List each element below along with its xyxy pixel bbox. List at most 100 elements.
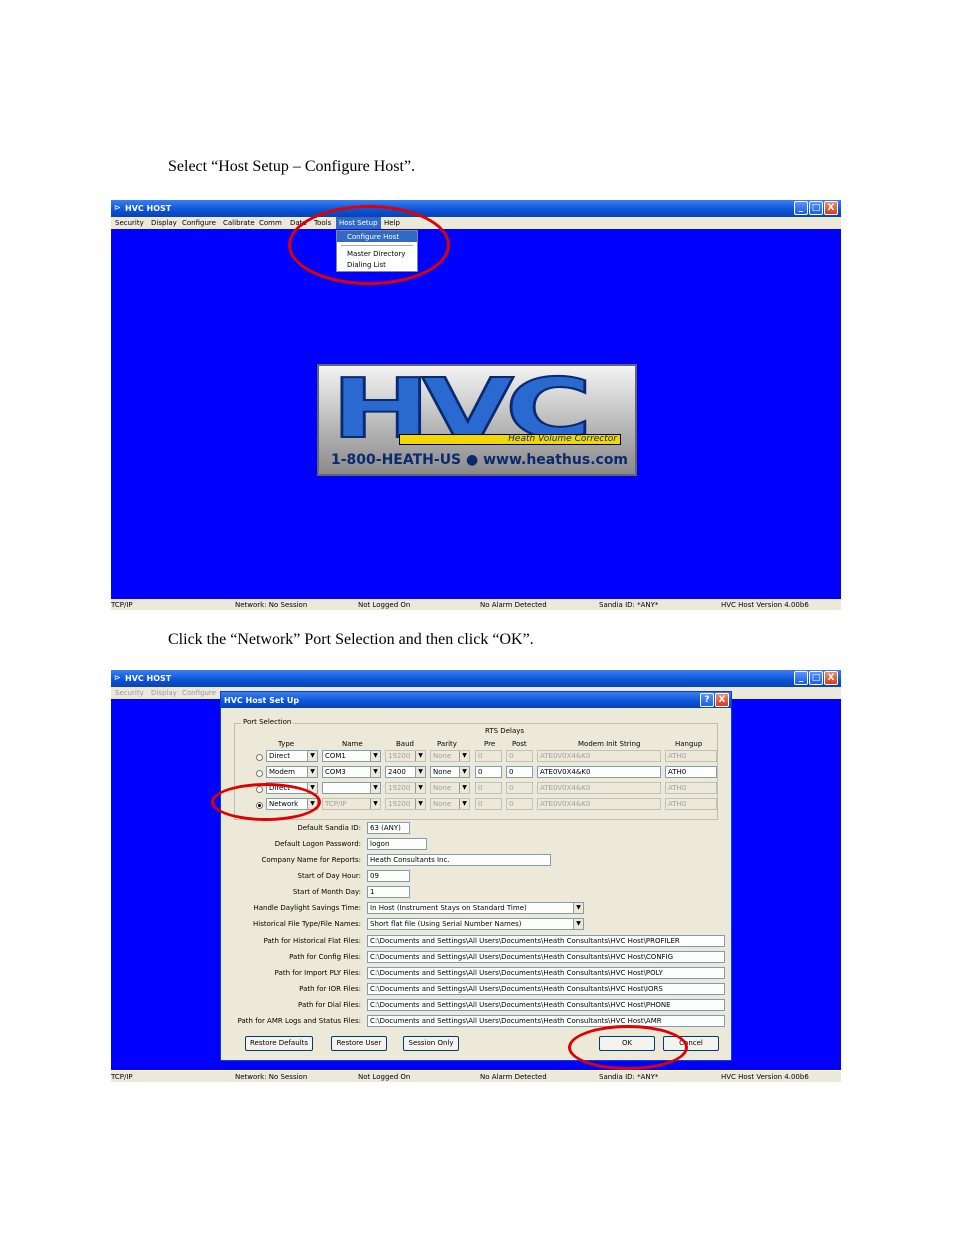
path-ior-field[interactable]: C:\Documents and Settings\All Users\Docu… bbox=[367, 983, 725, 995]
dialog-help-button[interactable]: ? bbox=[700, 693, 714, 707]
port-2-pre[interactable]: 0 bbox=[475, 766, 502, 778]
highlight-circle-network bbox=[211, 783, 321, 821]
port-1-name[interactable]: COM1 ▼ bbox=[322, 750, 381, 762]
dialog-title: HVC Host Set Up bbox=[224, 696, 300, 705]
desktop-area: Configure Host Master Directory Dialing … bbox=[111, 229, 841, 599]
port-2-parity[interactable]: None ▼ bbox=[430, 766, 470, 778]
header-parity: Parity bbox=[437, 740, 457, 748]
menu-configure-2[interactable]: Configure bbox=[182, 689, 216, 697]
port-1-name-value: COM1 bbox=[325, 752, 346, 760]
menu-bar: Security Display Configure Calibrate Com… bbox=[111, 217, 841, 229]
restore-button[interactable]: □ bbox=[809, 201, 823, 215]
app-icon-2: ⊳ bbox=[114, 673, 121, 682]
header-hangup: Hangup bbox=[675, 740, 703, 748]
port-1-type-value: Direct bbox=[269, 752, 290, 760]
port-2-name[interactable]: COM3 ▼ bbox=[322, 766, 381, 778]
port-4-post[interactable]: 0 bbox=[506, 798, 533, 810]
status-alarm-2: No Alarm Detected bbox=[480, 1073, 547, 1081]
dialog-close-button[interactable]: X bbox=[715, 693, 729, 707]
chevron-down-icon: ▼ bbox=[459, 767, 469, 777]
status-protocol-2: TCP/IP bbox=[111, 1073, 133, 1081]
port-4-init[interactable]: ATE0V0X4&K0 bbox=[537, 798, 661, 810]
chevron-down-icon: ▼ bbox=[573, 919, 583, 929]
port-radio-1[interactable] bbox=[256, 754, 263, 761]
port-2-post[interactable]: 0 bbox=[506, 766, 533, 778]
port-4-name-value: TCP/IP bbox=[325, 800, 347, 808]
port-2-type[interactable]: Modem ▼ bbox=[266, 766, 318, 778]
historical-file-type-select[interactable]: Short flat file (Using Serial Number Nam… bbox=[367, 918, 584, 930]
chevron-down-icon: ▼ bbox=[370, 751, 380, 761]
restore-user-button[interactable]: Restore User bbox=[331, 1036, 387, 1051]
port-2-name-value: COM3 bbox=[325, 768, 346, 776]
port-1-baud[interactable]: 19200 ▼ bbox=[385, 750, 426, 762]
menu-security-2[interactable]: Security bbox=[115, 689, 144, 697]
port-1-init[interactable]: ATE0V0X4&K0 bbox=[537, 750, 661, 762]
caption-step-2: Click the “Network” Port Selection and t… bbox=[168, 631, 534, 648]
menu-configure[interactable]: Configure bbox=[182, 219, 216, 227]
chevron-down-icon: ▼ bbox=[573, 903, 583, 913]
port-4-parity[interactable]: None ▼ bbox=[430, 798, 470, 810]
menu-display-2[interactable]: Display bbox=[151, 689, 177, 697]
label-daylight-savings: Handle Daylight Savings Time: bbox=[253, 904, 361, 912]
port-4-baud[interactable]: 19200 ▼ bbox=[385, 798, 426, 810]
menu-calibrate[interactable]: Calibrate bbox=[223, 219, 255, 227]
chevron-down-icon: ▼ bbox=[415, 767, 425, 777]
menu-display[interactable]: Display bbox=[151, 219, 177, 227]
default-logon-password-field[interactable]: logon bbox=[367, 838, 427, 850]
header-modem-init: Modem Init String bbox=[578, 740, 641, 748]
port-4-name[interactable]: TCP/IP ▼ bbox=[322, 798, 381, 810]
start-of-month-day-field[interactable]: 1 bbox=[367, 886, 410, 898]
port-2-baud-value: 2400 bbox=[388, 768, 406, 776]
path-import-ply-field[interactable]: C:\Documents and Settings\All Users\Docu… bbox=[367, 967, 725, 979]
session-only-button[interactable]: Session Only bbox=[403, 1036, 459, 1051]
menu-comm[interactable]: Comm bbox=[259, 219, 282, 227]
port-4-hangup[interactable]: ATH0 bbox=[665, 798, 717, 810]
port-3-hangup[interactable]: ATH0 bbox=[665, 782, 717, 794]
port-3-init[interactable]: ATE0V0X4&K0 bbox=[537, 782, 661, 794]
header-baud: Baud bbox=[396, 740, 414, 748]
port-radio-2[interactable] bbox=[256, 770, 263, 777]
port-3-post[interactable]: 0 bbox=[506, 782, 533, 794]
label-path-config: Path for Config Files: bbox=[289, 953, 361, 961]
label-start-of-day-hour: Start of Day Hour: bbox=[297, 872, 361, 880]
window-titlebar-2: ⊳ HVC HOST _ □ X bbox=[111, 670, 841, 687]
port-1-parity[interactable]: None ▼ bbox=[430, 750, 470, 762]
path-historical-field[interactable]: C:\Documents and Settings\All Users\Docu… bbox=[367, 935, 725, 947]
daylight-savings-select[interactable]: In Host (Instrument Stays on Standard Ti… bbox=[367, 902, 584, 914]
port-3-parity[interactable]: None ▼ bbox=[430, 782, 470, 794]
chevron-down-icon: ▼ bbox=[370, 783, 380, 793]
port-3-baud[interactable]: 19200 ▼ bbox=[385, 782, 426, 794]
path-config-field[interactable]: C:\Documents and Settings\All Users\Docu… bbox=[367, 951, 725, 963]
port-1-post[interactable]: 0 bbox=[506, 750, 533, 762]
minimize-button[interactable]: _ bbox=[794, 201, 808, 215]
company-name-field[interactable]: Heath Consultants Inc. bbox=[367, 854, 551, 866]
port-3-name[interactable]: ▼ bbox=[322, 782, 381, 794]
restore-button-2[interactable]: □ bbox=[809, 671, 823, 685]
logo-phone: 1-800-HEATH-US ● www.heathus.com bbox=[331, 452, 629, 468]
status-alarm: No Alarm Detected bbox=[480, 601, 547, 609]
port-4-pre[interactable]: 0 bbox=[475, 798, 502, 810]
port-2-init[interactable]: ATE0V0X4&K0 bbox=[537, 766, 661, 778]
port-1-hangup[interactable]: ATH0 bbox=[665, 750, 717, 762]
status-version-2: HVC Host Version 4.00b6 bbox=[721, 1073, 809, 1081]
port-2-hangup[interactable]: ATH0 bbox=[665, 766, 717, 778]
highlight-circle-ok bbox=[568, 1025, 688, 1070]
port-2-baud[interactable]: 2400 ▼ bbox=[385, 766, 426, 778]
label-path-dial: Path for Dial Files: bbox=[298, 1001, 361, 1009]
historical-file-type-value: Short flat file (Using Serial Number Nam… bbox=[370, 920, 522, 928]
label-start-of-month-day: Start of Month Day: bbox=[292, 888, 361, 896]
port-1-type[interactable]: Direct ▼ bbox=[266, 750, 318, 762]
port-3-pre[interactable]: 0 bbox=[475, 782, 502, 794]
port-1-pre[interactable]: 0 bbox=[475, 750, 502, 762]
path-dial-field[interactable]: C:\Documents and Settings\All Users\Docu… bbox=[367, 999, 725, 1011]
default-sandia-id-field[interactable]: 63 (ANY) bbox=[367, 822, 410, 834]
header-name: Name bbox=[342, 740, 363, 748]
close-button-2[interactable]: X bbox=[824, 671, 838, 685]
close-button[interactable]: X bbox=[824, 201, 838, 215]
restore-defaults-button[interactable]: Restore Defaults bbox=[245, 1036, 313, 1051]
menu-security[interactable]: Security bbox=[115, 219, 144, 227]
path-amr-field[interactable]: C:\Documents and Settings\All Users\Docu… bbox=[367, 1015, 725, 1027]
header-pre: Pre bbox=[484, 740, 496, 748]
start-of-day-hour-field[interactable]: 09 bbox=[367, 870, 410, 882]
minimize-button-2[interactable]: _ bbox=[794, 671, 808, 685]
